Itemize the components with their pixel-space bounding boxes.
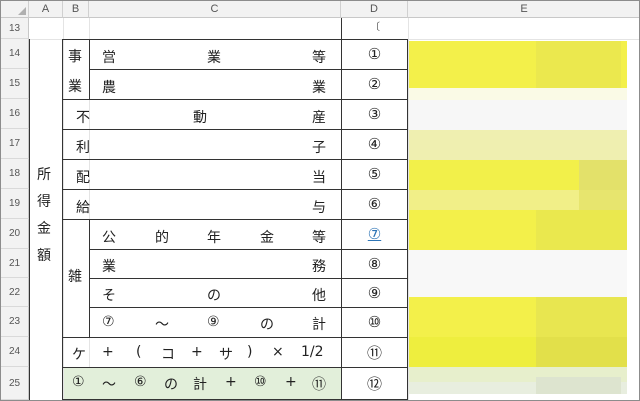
label-formula-ke: )	[247, 344, 253, 360]
code-cell[interactable]: ⑫	[341, 367, 408, 399]
partial-row-glyph: 〔	[370, 22, 380, 33]
column-header-b[interactable]: B	[63, 1, 89, 18]
label-formula-total: +	[285, 374, 297, 390]
row-header-25[interactable]: 25	[1, 367, 29, 400]
row-header-23[interactable]: 23	[1, 307, 29, 337]
code-cell[interactable]: ④	[341, 129, 408, 159]
label-nogyo: 業	[312, 80, 326, 96]
row-header-22[interactable]: 22	[1, 278, 29, 307]
value-cell-fudosan[interactable]	[409, 100, 627, 130]
label-kotekinenkin: 等	[312, 230, 326, 246]
code-cell[interactable]: ⑥	[341, 189, 408, 219]
label-rishi: 利	[76, 140, 90, 156]
label-eigyo: 営	[102, 50, 116, 66]
label-haito: 配	[76, 170, 90, 186]
label-fudosan: 不	[76, 110, 90, 126]
code-cell[interactable]: ②	[341, 69, 408, 99]
label-formula-total: +	[225, 374, 237, 390]
label-formula-ke: コ	[161, 347, 175, 363]
column-header-c[interactable]: C	[89, 1, 341, 18]
code-cell[interactable]: ③	[341, 99, 408, 129]
label-haito: 当	[312, 170, 326, 186]
label-formula-ke: サ	[219, 347, 233, 363]
label-kotekinenkin: 的	[155, 230, 169, 246]
column-header-a[interactable]: A	[29, 1, 63, 18]
label-fudosan: 産	[312, 110, 326, 126]
row-header-19[interactable]: 19	[1, 189, 29, 219]
spreadsheet: A B C D E 13 14 15 16 17 18 19 20 21 22 …	[0, 0, 640, 401]
column-header-d[interactable]: D	[341, 1, 408, 18]
label-kei: 〜	[155, 317, 169, 333]
section-label-char: 得	[37, 194, 51, 210]
row-header-21[interactable]: 21	[1, 249, 29, 278]
label-rishi: 子	[312, 140, 326, 156]
label-sonota: そ	[102, 288, 116, 304]
label-formula-ke: +	[102, 344, 114, 360]
label-kei: ⑦	[102, 314, 115, 330]
label-fudosan: 動	[193, 110, 207, 126]
label-kotekinenkin: 年	[207, 230, 221, 246]
label-formula-total: ⑪	[312, 377, 326, 393]
code-cell[interactable]: ⑪	[341, 337, 408, 367]
label-formula-total: ⑥	[134, 374, 147, 390]
label-kotekinenkin: 公	[102, 230, 116, 246]
value-cell-gyomu[interactable]	[409, 250, 627, 297]
column-header-e[interactable]: E	[408, 1, 639, 18]
label-kyuyo: 与	[312, 200, 326, 216]
label-formula-ke: ケ	[72, 347, 86, 363]
code-cell-link[interactable]: ⑦	[341, 219, 408, 249]
label-eigyo: 業	[207, 50, 221, 66]
jigyo-label-char: 事	[68, 49, 82, 65]
section-label-char: 額	[37, 248, 51, 264]
zatsu-label: 雑	[68, 269, 82, 285]
select-all-corner[interactable]	[1, 1, 29, 18]
row-header-18[interactable]: 18	[1, 159, 29, 189]
jigyo-label-char: 業	[68, 79, 82, 95]
value-cell-rishi[interactable]	[409, 130, 627, 160]
row-header-15[interactable]: 15	[1, 69, 29, 99]
label-kyuyo: 給	[76, 200, 90, 216]
label-formula-total: ①	[72, 374, 85, 390]
label-formula-ke: 1/2	[301, 344, 324, 360]
row-header-20[interactable]: 20	[1, 219, 29, 249]
row-header-16[interactable]: 16	[1, 99, 29, 129]
label-eigyo: 等	[312, 50, 326, 66]
label-kei: の	[260, 317, 274, 333]
label-nogyo: 農	[102, 80, 116, 96]
label-formula-total: ⑩	[254, 374, 267, 390]
row-header-13[interactable]: 13	[1, 18, 29, 39]
code-cell[interactable]: ⑤	[341, 159, 408, 189]
row-header-17[interactable]: 17	[1, 129, 29, 159]
label-formula-ke: (	[136, 344, 142, 360]
label-formula-ke: ×	[272, 344, 284, 360]
label-formula-ke: +	[191, 344, 203, 360]
row-header-24[interactable]: 24	[1, 337, 29, 367]
code-cell[interactable]: ⑨	[341, 278, 408, 307]
code-cell[interactable]: ①	[341, 39, 408, 69]
label-formula-total: 計	[193, 377, 207, 393]
section-label-char: 金	[37, 221, 51, 237]
label-gyomu: 務	[312, 259, 326, 275]
label-gyomu: 業	[102, 259, 116, 275]
label-sonota: 他	[312, 288, 326, 304]
label-formula-total: の	[164, 377, 178, 393]
label-formula-total: 〜	[102, 377, 116, 393]
section-label-char: 所	[37, 167, 51, 183]
label-sonota: の	[207, 288, 221, 304]
code-cell[interactable]: ⑧	[341, 249, 408, 278]
label-kei: 計	[312, 317, 326, 333]
label-kotekinenkin: 金	[260, 230, 274, 246]
label-kei: ⑨	[207, 314, 220, 330]
row-header-14[interactable]: 14	[1, 39, 29, 69]
code-cell[interactable]: ⑩	[341, 307, 408, 337]
